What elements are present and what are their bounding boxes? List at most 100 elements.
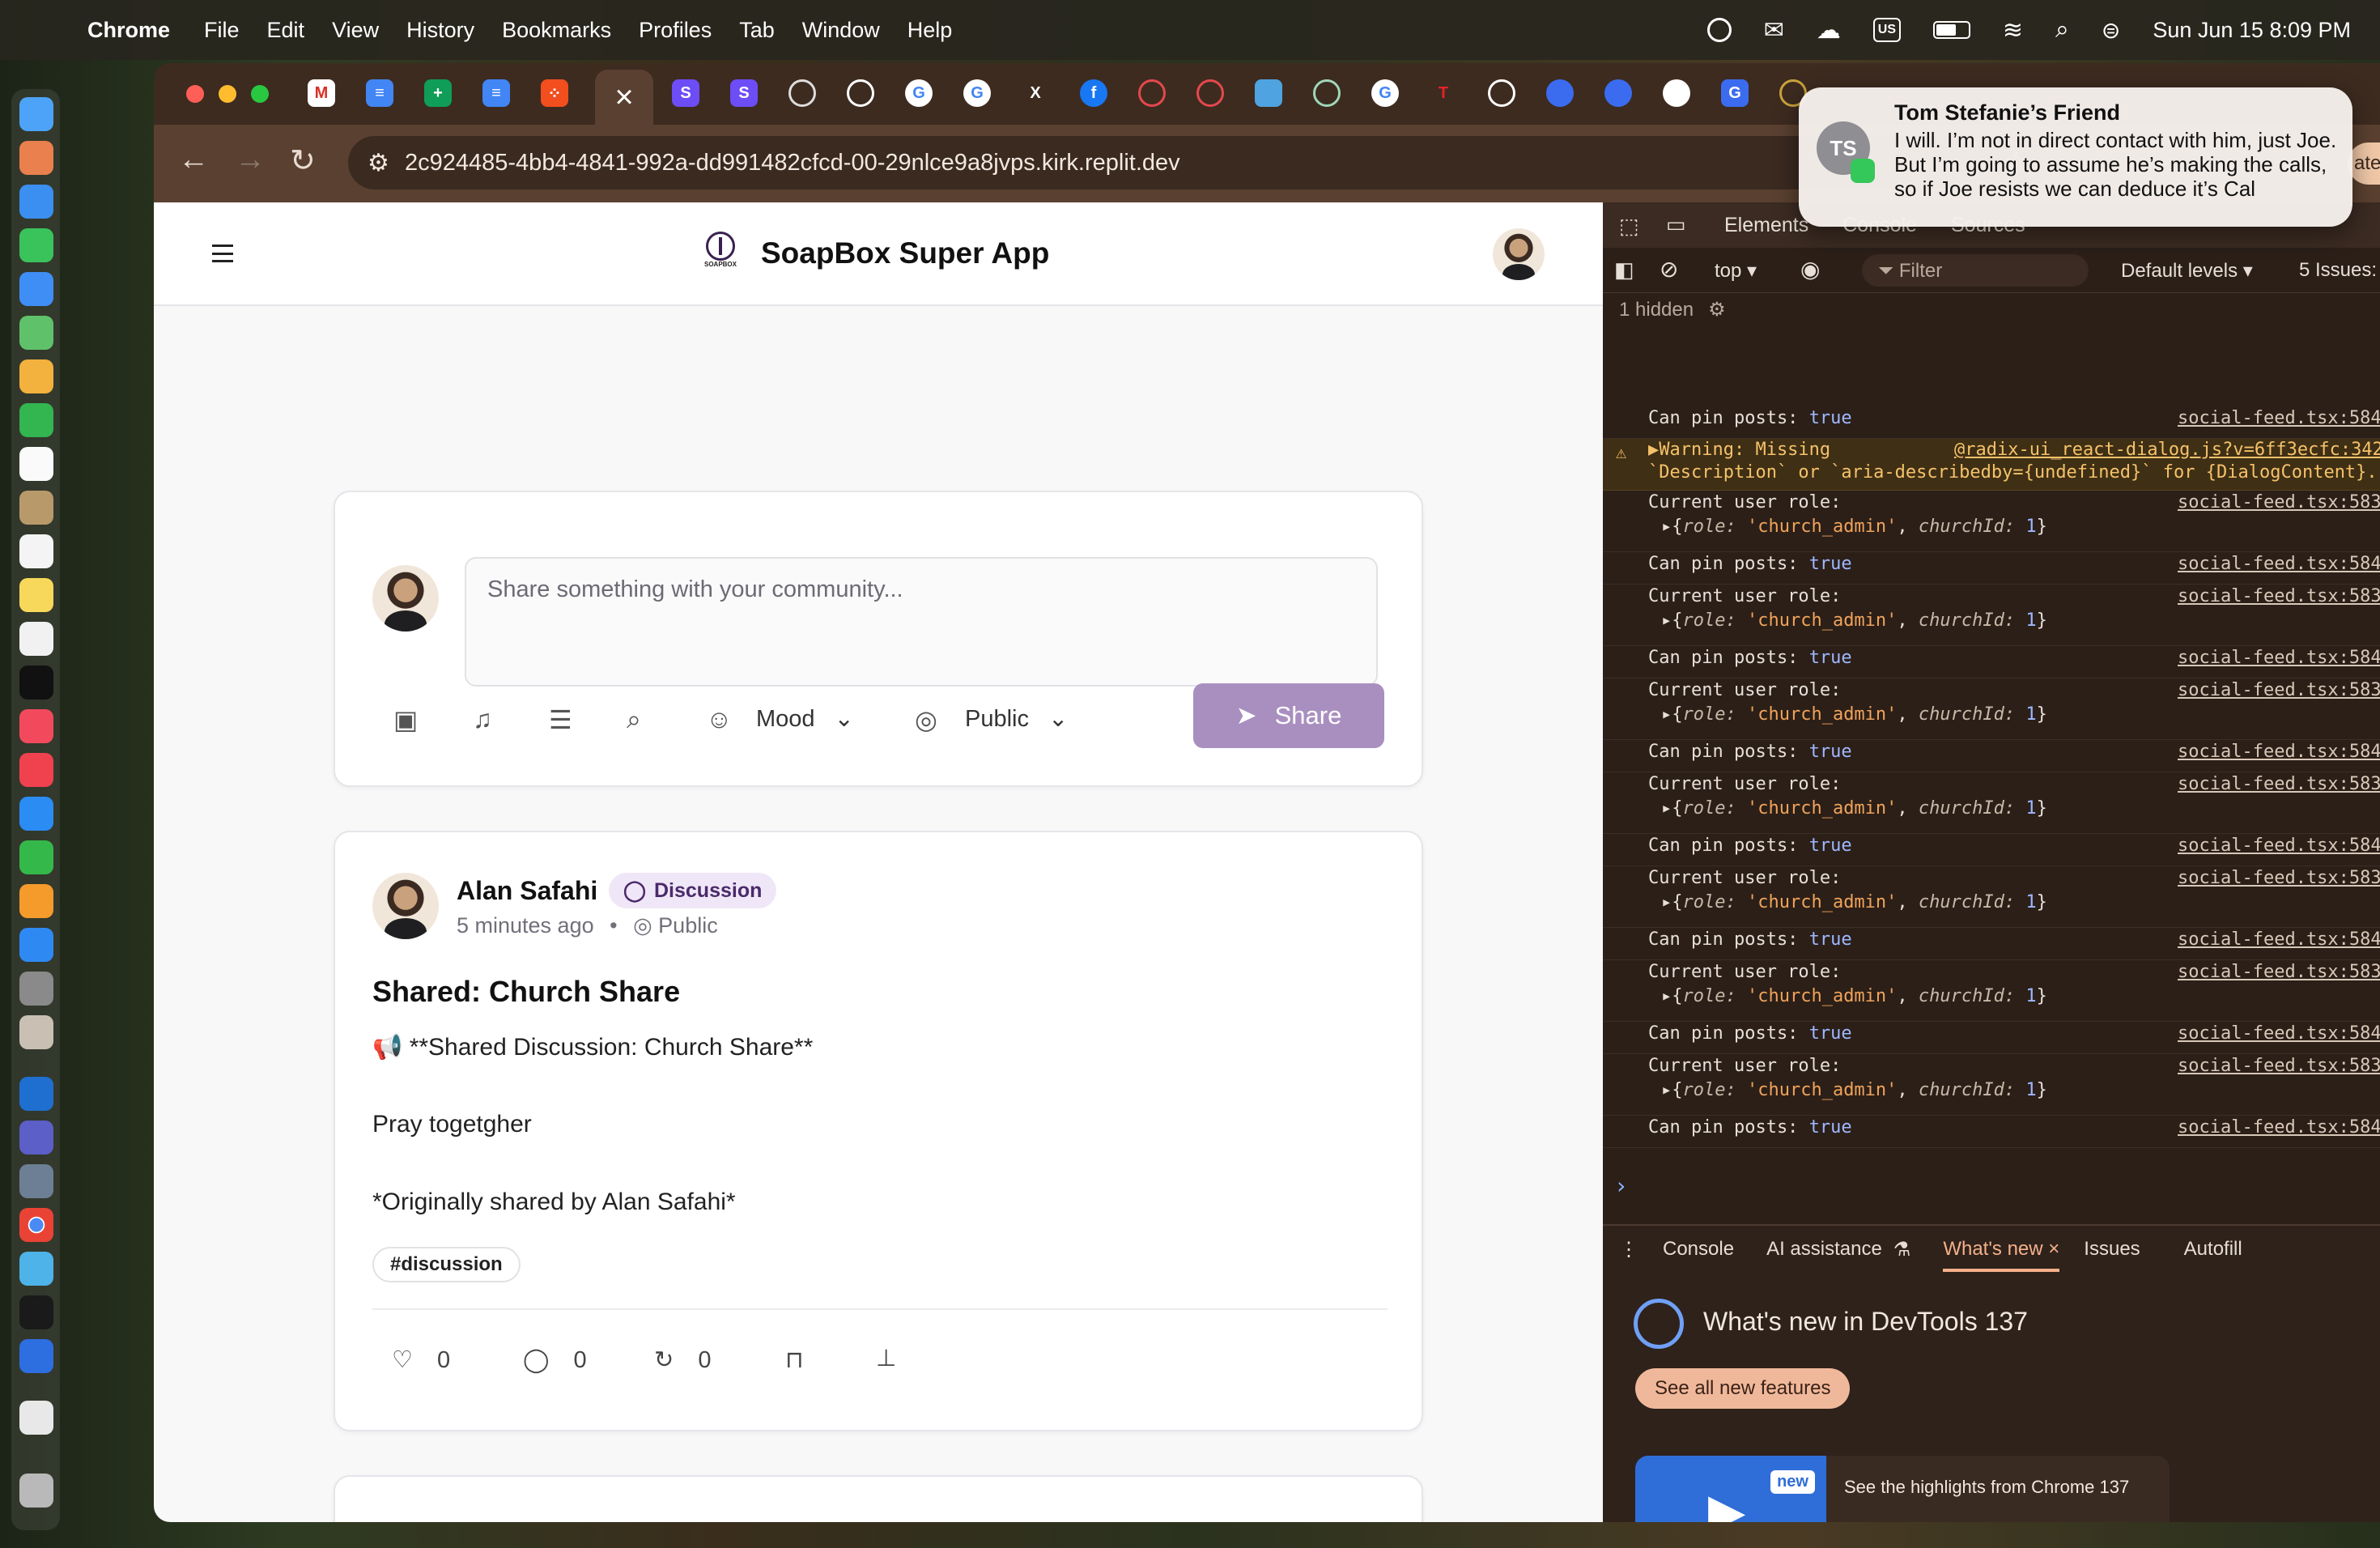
notes-icon[interactable] (19, 578, 53, 612)
video-thumbnail[interactable]: ▶ new (1635, 1456, 1826, 1522)
post-category-badge[interactable]: ◯ Discussion (609, 873, 777, 908)
post-author-avatar[interactable] (372, 873, 439, 939)
control-center-icon[interactable]: ⊜ (2102, 17, 2120, 44)
mood-dropdown[interactable]: Mood ⌄ (756, 704, 854, 733)
issues-counter[interactable]: 5 Issues: (2299, 259, 2377, 282)
calendar-icon[interactable] (19, 447, 53, 481)
bookmark-icon[interactable]: ⊓ (785, 1346, 804, 1374)
menu-edit[interactable]: Edit (267, 18, 305, 43)
close-tab-icon[interactable]: × (614, 79, 633, 116)
live-expression-eye-icon[interactable]: ◉ (1800, 256, 1820, 283)
teams-icon[interactable]: ☁ (1817, 16, 1841, 45)
like-button[interactable]: ♡ 0 (392, 1346, 450, 1374)
battery-icon[interactable] (1932, 21, 1970, 39)
console-filter-input[interactable]: ⏷ Filter (1862, 254, 2089, 287)
tab-blue-circle-icon[interactable] (1546, 79, 1574, 107)
tab-gmail-icon[interactable]: M (308, 79, 335, 107)
menu-history[interactable]: History (406, 18, 474, 43)
message-notification[interactable]: TS Tom Stefanie’s Friend I will. I’m not… (1799, 87, 2352, 227)
tab-red-icon[interactable] (1138, 79, 1166, 107)
user-avatar[interactable] (1493, 228, 1545, 280)
see-all-features-button[interactable]: See all new features (1635, 1368, 1851, 1409)
image-upload-icon[interactable]: ▣ (393, 704, 418, 735)
drawer-tab-console[interactable]: Console (1663, 1238, 1734, 1261)
menubar-clock[interactable]: Sun Jun 15 8:09 PM (2153, 18, 2351, 43)
tab-google-3-icon[interactable]: G (1371, 79, 1399, 107)
drawer-tab-issues[interactable]: Issues (2084, 1238, 2140, 1261)
drawer-tab-whats-new[interactable]: What's new × (1943, 1227, 2060, 1272)
drawer-tab-ai-assistance[interactable]: AI assistance (1766, 1238, 1882, 1261)
menu-help[interactable]: Help (907, 18, 953, 43)
photos-icon[interactable] (19, 359, 53, 393)
tab-x-icon[interactable]: X (1022, 79, 1049, 107)
expand-object-toggle[interactable]: ▸{ (1661, 704, 1683, 725)
1password-icon[interactable] (19, 1339, 53, 1373)
reminders-icon[interactable] (19, 534, 53, 568)
tab-s-icon[interactable]: S (672, 79, 699, 107)
context-selector[interactable]: top ▾ (1715, 259, 1757, 283)
comment-button[interactable]: ◯ 0 (523, 1346, 587, 1374)
numbers-icon[interactable] (19, 840, 53, 874)
console-prompt[interactable]: › (1614, 1172, 1628, 1199)
tab-green-icon[interactable] (1313, 79, 1341, 107)
site-info-icon[interactable]: ⚙ (368, 149, 389, 177)
documents-folder-icon[interactable] (19, 1401, 53, 1435)
reload-icon[interactable]: ↻ (290, 142, 316, 179)
settings-gear-icon[interactable]: ⚙ (1708, 299, 1726, 321)
menu-view[interactable]: View (332, 18, 379, 43)
expand-object-toggle[interactable]: ▸{ (1661, 517, 1683, 537)
warning-source-link[interactable]: @radix-ui_react-dialog.js?v=6ff3ecfc:342 (1954, 439, 2380, 461)
expand-object-toggle[interactable]: ▸{ (1661, 892, 1683, 912)
tab-docs-2-icon[interactable]: ≡ (482, 79, 510, 107)
url-text[interactable]: 2c924485-4bb4-4841-992a-dd991482cfcd-00-… (405, 150, 1180, 176)
tab-blue-squares-icon[interactable] (1255, 79, 1282, 107)
tab-s-2-icon[interactable]: S (730, 79, 758, 107)
drawer-menu-icon[interactable]: ⋮ (1619, 1238, 1638, 1261)
tab-chrome-icon[interactable] (788, 79, 816, 107)
tab-facebook-icon[interactable]: f (1080, 79, 1107, 107)
mail-icon[interactable] (19, 272, 53, 306)
expand-object-toggle[interactable]: ▸{ (1661, 610, 1683, 631)
tab-openai-2-icon[interactable] (1488, 79, 1515, 107)
system-settings-icon[interactable] (19, 972, 53, 1006)
expand-object-toggle[interactable]: ▸{ (1661, 1080, 1683, 1100)
facetime-icon[interactable] (19, 403, 53, 437)
tab-github-icon[interactable] (1663, 79, 1690, 107)
password-icon[interactable] (1706, 18, 1732, 42)
forward-icon[interactable]: → (235, 142, 266, 177)
globe-icon[interactable]: ◎ (915, 704, 937, 735)
tab-elements[interactable]: Elements (1724, 214, 1808, 237)
wifi-icon[interactable]: ≋ (2003, 16, 2023, 45)
menu-profiles[interactable]: Profiles (639, 18, 712, 43)
close-window-button[interactable] (186, 85, 204, 103)
tab-sheets-icon[interactable]: + (424, 79, 452, 107)
close-tab-icon[interactable]: × (2048, 1238, 2059, 1260)
hamburger-menu-icon[interactable] (212, 245, 233, 262)
tab-figma-icon[interactable]: ⁘ (541, 79, 568, 107)
visibility-dropdown[interactable]: Public ⌄ (965, 704, 1068, 733)
pages-icon[interactable] (19, 884, 53, 918)
zoom-window-button[interactable] (251, 85, 269, 103)
play-icon[interactable]: ▶ (1708, 1483, 1745, 1522)
tab-tesla-icon[interactable]: T (1430, 79, 1457, 107)
menu-file[interactable]: File (204, 18, 240, 43)
maps-icon[interactable] (19, 316, 53, 350)
remote-desktop-icon[interactable] (19, 1164, 53, 1198)
tab-g-icon[interactable]: G (1721, 79, 1749, 107)
input-source-icon[interactable]: US (1872, 18, 1901, 42)
finder-icon[interactable] (19, 97, 53, 131)
app-menu[interactable]: Chrome (87, 18, 170, 43)
preview-icon[interactable] (19, 1015, 53, 1049)
outlook-dock-icon[interactable] (19, 1077, 53, 1111)
tab-red-2-icon[interactable] (1196, 79, 1224, 107)
app-store-icon[interactable] (19, 928, 53, 962)
back-icon[interactable]: ← (178, 142, 209, 177)
log-levels-dropdown[interactable]: Default levels ▾ (2121, 259, 2253, 283)
terminal-icon[interactable] (19, 1295, 53, 1329)
share-button[interactable]: ➤ Share (1193, 683, 1384, 748)
menu-bookmarks[interactable]: Bookmarks (502, 18, 611, 43)
inspect-element-icon[interactable]: ⬚ (1619, 214, 1639, 239)
repost-button[interactable]: ↻ 0 (654, 1346, 711, 1374)
device-toolbar-icon[interactable]: ▭ (1666, 212, 1686, 237)
update-button[interactable]: ate (2348, 142, 2380, 185)
